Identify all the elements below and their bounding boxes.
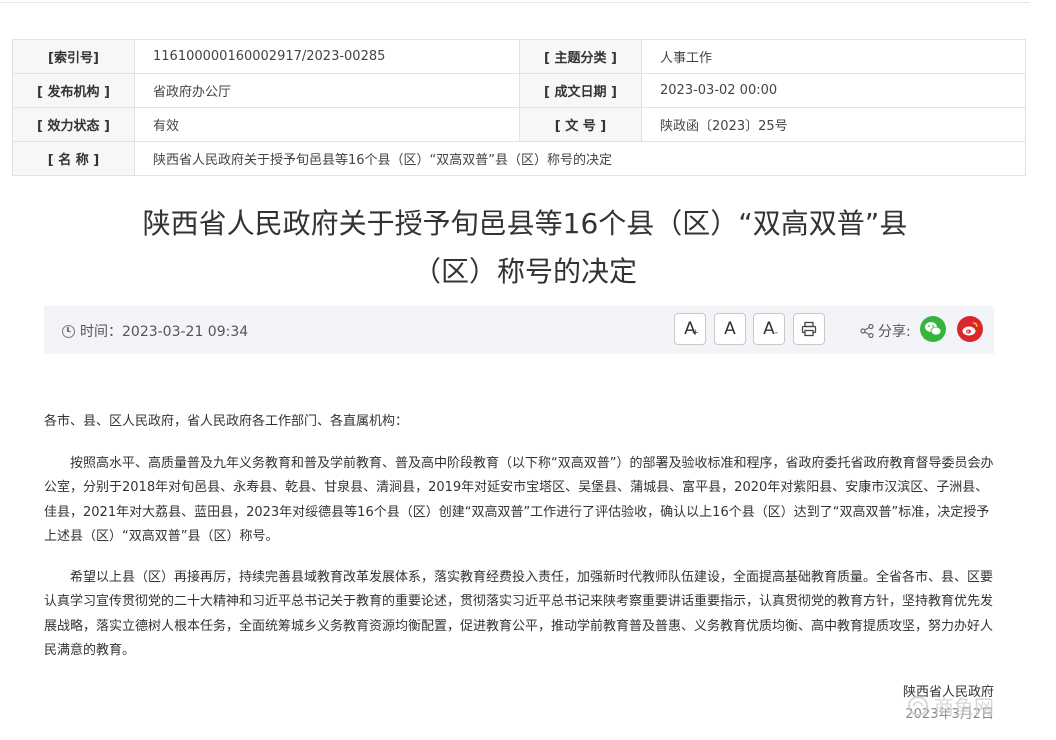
paragraph-1: 按照高水平、高质量普及九年义务教育和普及学前教育、普及高中阶段教育（以下称“双高… xyxy=(44,455,994,545)
paragraph-2: 希望以上县（区）再接再厉，持续完善县域教育改革发展体系，落实教育经费投入责任，加… xyxy=(44,569,994,659)
topic-value: 人事工作 xyxy=(641,39,1026,74)
wechat-icon xyxy=(925,322,942,336)
font-decrease-button[interactable]: A- xyxy=(753,313,785,345)
title-line-2: （区）称号的决定 xyxy=(412,255,637,288)
index-label: [索引号] xyxy=(12,39,135,74)
issuer-label: [ 发布机构 ] xyxy=(12,73,135,108)
issuer-value: 省政府办公厅 xyxy=(134,73,520,108)
font-default-button[interactable]: A xyxy=(714,313,746,345)
print-button[interactable] xyxy=(793,313,825,345)
meta-row: [ 发布机构 ] 省政府办公厅 [ 成文日期 ] 2023-03-02 00:0… xyxy=(12,73,1026,108)
article-body: 各市、县、区人民政府，省人民政府各工作部门、各直属机构： 按照高水平、高质量普及… xyxy=(44,410,994,664)
page-title: 陕西省人民政府关于授予旬邑县等16个县（区）“双高双普”县 （区）称号的决定 xyxy=(60,200,990,296)
salutation: 各市、县、区人民政府，省人民政府各工作部门、各直属机构： xyxy=(44,414,409,429)
watermark-logo: 商鱼网 xyxy=(908,695,994,719)
created-value: 2023-03-02 00:00 xyxy=(641,73,1026,108)
share-icon xyxy=(860,324,874,338)
title-line-1: 陕西省人民政府关于授予旬邑县等16个县（区）“双高双普”县 xyxy=(142,207,908,240)
meta-row: [ 效力状态 ] 有效 [ 文 号 ] 陕政函〔2023〕25号 xyxy=(12,107,1026,142)
watermark-text: 商鱼网 xyxy=(934,695,994,719)
print-icon xyxy=(801,321,817,337)
share-area: 分享: xyxy=(860,321,911,341)
status-label: [ 效力状态 ] xyxy=(12,107,135,142)
name-value: 陕西省人民政府关于授予旬邑县等16个县（区）“双高双普”县（区）称号的决定 xyxy=(134,141,1026,176)
docno-value: 陕政函〔2023〕25号 xyxy=(641,107,1026,142)
document-meta-table: [索引号] 116100000160002917/2023-00285 [ 主题… xyxy=(12,39,1026,176)
wechat-share-button[interactable] xyxy=(920,316,946,342)
info-toolbar: 时间：2023-03-21 09:34 A + A A- 分享: xyxy=(44,306,994,354)
font-increase-button[interactable]: A + xyxy=(674,313,706,345)
publish-time: 时间：2023-03-21 09:34 xyxy=(62,321,248,341)
topic-label: [ 主题分类 ] xyxy=(519,39,642,74)
top-divider xyxy=(0,0,1030,3)
font-default-icon: A xyxy=(724,319,736,339)
created-label: [ 成文日期 ] xyxy=(519,73,642,108)
publish-time-text: 时间：2023-03-21 09:34 xyxy=(80,324,249,340)
meta-row: [索引号] 116100000160002917/2023-00285 [ 主题… xyxy=(12,39,1026,74)
share-label: 分享: xyxy=(878,324,911,340)
name-label: [ 名 称 ] xyxy=(12,141,135,176)
meta-row: [ 名 称 ] 陕西省人民政府关于授予旬邑县等16个县（区）“双高双普”县（区）… xyxy=(12,141,1026,176)
weibo-share-button[interactable] xyxy=(957,316,983,342)
docno-label: [ 文 号 ] xyxy=(519,107,642,142)
font-decrease-icon: A xyxy=(763,319,775,339)
weibo-icon xyxy=(962,322,978,336)
clock-icon xyxy=(62,324,75,338)
index-value: 116100000160002917/2023-00285 xyxy=(134,39,520,74)
status-value: 有效 xyxy=(134,107,520,142)
